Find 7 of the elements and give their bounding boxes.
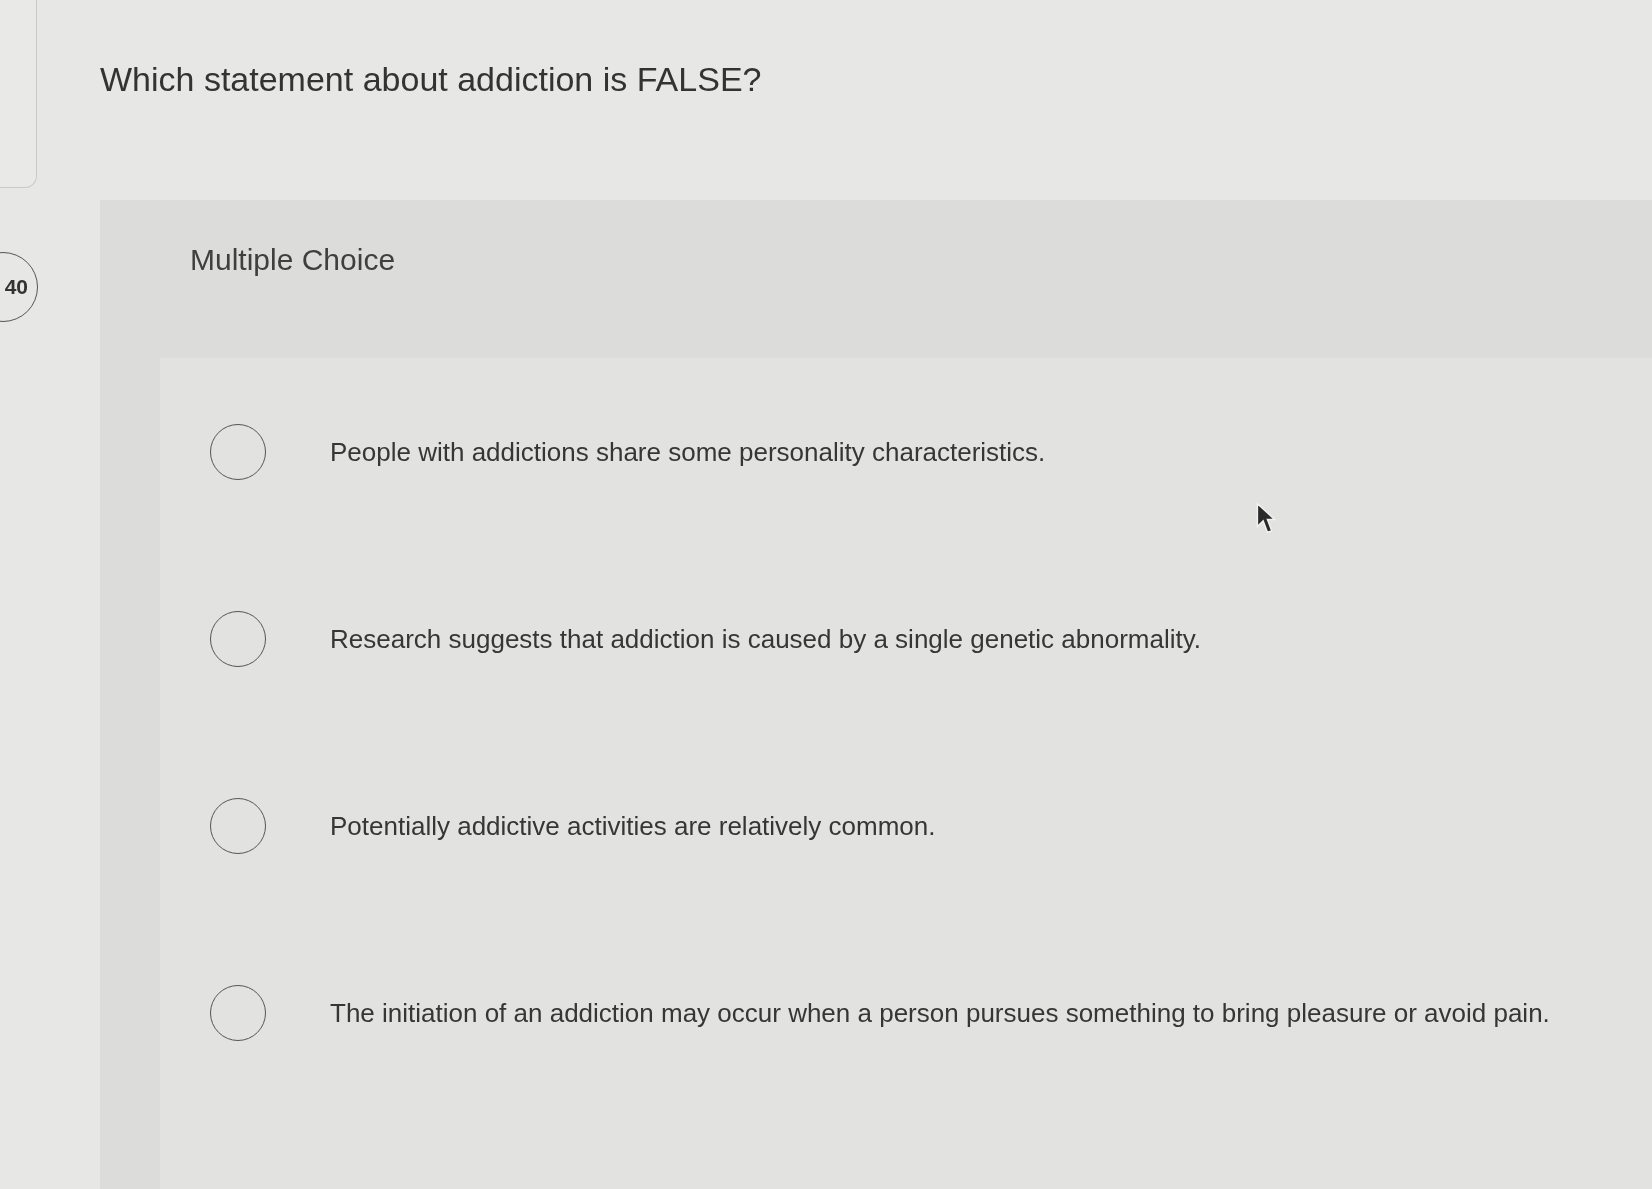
option-text: People with addictions share some personality characteristics. xyxy=(330,435,1046,469)
option-text: Potentially addictive activities are relatively common. xyxy=(330,809,936,843)
question-type-label: Multiple Choice xyxy=(190,242,397,278)
option-text: The initiation of an addiction may occur when a person pursues something to bring pleasure or avoid pain. xyxy=(330,996,1550,1030)
cursor-icon xyxy=(1256,502,1276,534)
question-text: Which statement about addiction is FALSE? xyxy=(100,59,763,100)
option-text: Research suggests that addiction is caused by a single genetic abnormality. xyxy=(330,622,1201,656)
